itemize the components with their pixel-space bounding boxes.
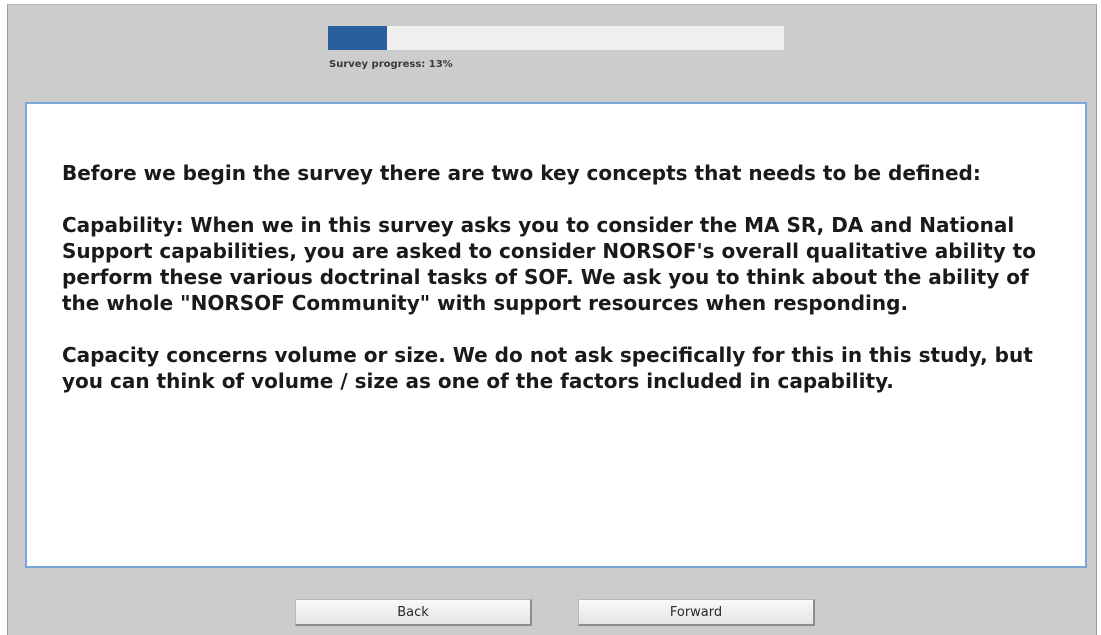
intro-text: Before we begin the survey there are two…: [62, 160, 1047, 420]
survey-progress-bar: [328, 26, 784, 50]
survey-progress-fill: [328, 26, 388, 50]
capability-definition: Capability: When we in this survey asks …: [62, 213, 1036, 315]
forward-button[interactable]: Forward: [578, 599, 815, 626]
capacity-definition: Capacity concerns volume or size. We do …: [62, 343, 1033, 393]
intro-panel: Before we begin the survey there are two…: [25, 102, 1087, 568]
intro-paragraph: Before we begin the survey there are two…: [62, 161, 981, 185]
survey-progress-label: Survey progress: 13%: [329, 59, 453, 70]
back-button[interactable]: Back: [295, 599, 532, 626]
